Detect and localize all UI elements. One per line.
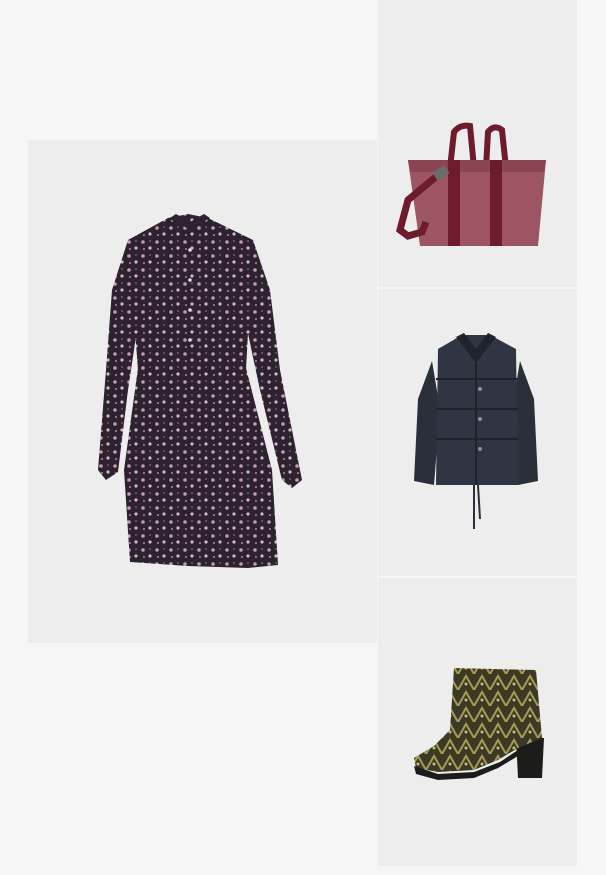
outfit-item-dress[interactable] — [28, 140, 377, 643]
bag-image — [378, 0, 577, 287]
outfit-item-boot[interactable] — [378, 578, 577, 866]
outfit-item-jacket[interactable] — [378, 289, 577, 576]
outfit-item-bag[interactable] — [378, 0, 577, 287]
dress-image — [28, 140, 377, 643]
boot-image — [378, 578, 577, 866]
jacket-image — [378, 289, 577, 576]
